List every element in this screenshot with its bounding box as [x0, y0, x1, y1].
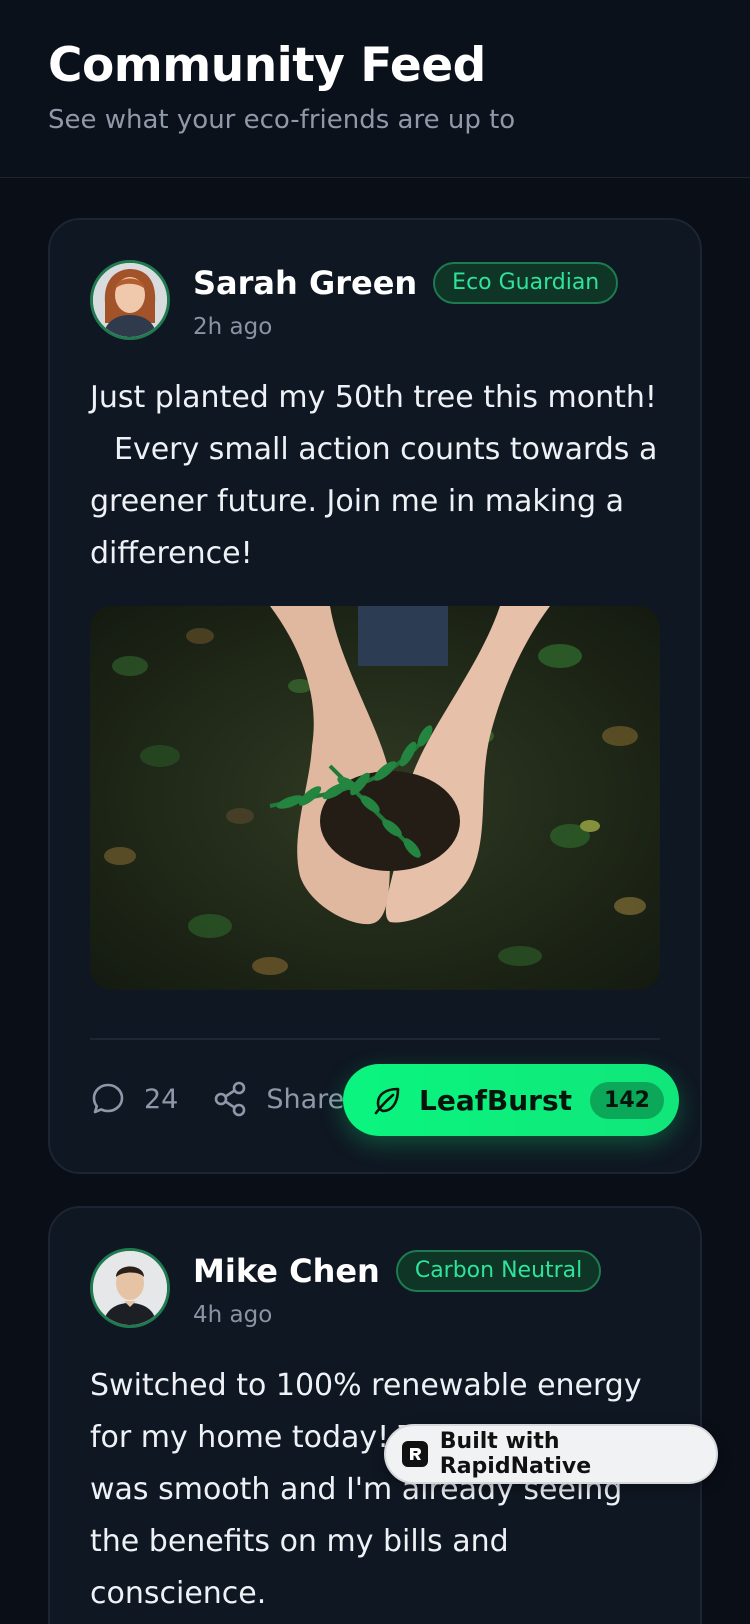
leafburst-count: 142: [590, 1081, 664, 1119]
author-name[interactable]: Mike Chen: [193, 1252, 380, 1290]
post-text-line: conscience.: [90, 1576, 267, 1611]
author-name[interactable]: Sarah Green: [193, 264, 417, 302]
post-actions: 24 Share LeafBurst 142: [90, 1064, 679, 1136]
post-text-line: Every small action counts towards a: [114, 432, 658, 467]
post-text-line: difference!: [90, 536, 253, 571]
leaf-icon: [374, 1087, 400, 1115]
divider: [90, 1038, 660, 1040]
post-image[interactable]: [90, 606, 660, 990]
feed-list: Sarah Green Eco Guardian 2h ago Just pla…: [0, 178, 750, 1624]
comment-count: 24: [144, 1083, 179, 1115]
post-text-line: Just planted my 50th tree this month!: [90, 380, 657, 415]
leafburst-label: LeafBurst: [419, 1083, 573, 1117]
post-text: Just planted my 50th tree this month! Ev…: [90, 372, 660, 580]
post-timestamp: 2h ago: [193, 314, 273, 340]
post-card: Sarah Green Eco Guardian 2h ago Just pla…: [48, 218, 702, 1174]
post-text-line: the benefits on my bills and: [90, 1524, 509, 1559]
leafburst-button[interactable]: LeafBurst 142: [343, 1064, 679, 1136]
comment-bubble-icon: [92, 1083, 124, 1114]
built-with-label: Built with RapidNative: [439, 1429, 592, 1479]
comment-button[interactable]: 24: [90, 1081, 178, 1117]
page-subtitle: See what your eco-friends are up to: [48, 105, 516, 135]
status-badge: Eco Guardian: [433, 262, 619, 304]
share-icon: [215, 1081, 246, 1117]
post-text: Switched to 100% renewable energy for my…: [90, 1360, 660, 1620]
post-timestamp: 4h ago: [193, 1302, 273, 1328]
avatar[interactable]: [90, 1248, 170, 1328]
post-header: Sarah Green Eco Guardian 2h ago: [90, 260, 660, 340]
share-label: Share: [266, 1083, 345, 1115]
post-author-info: Mike Chen Carbon Neutral 4h ago: [193, 1248, 602, 1328]
post-author-info: Sarah Green Eco Guardian 2h ago: [193, 260, 619, 340]
avatar[interactable]: [90, 260, 170, 340]
post-header: Mike Chen Carbon Neutral 4h ago: [90, 1248, 660, 1328]
post-card: Mike Chen Carbon Neutral 4h ago Switched…: [48, 1206, 702, 1624]
built-with-badge[interactable]: Built with RapidNative: [384, 1424, 718, 1484]
post-text-line: Switched to 100% renewable energy: [90, 1368, 642, 1403]
page-title: Community Feed: [48, 38, 486, 93]
share-button[interactable]: Share: [212, 1081, 344, 1117]
rapidnative-logo-icon: [402, 1441, 428, 1467]
page-header: Community Feed See what your eco-friends…: [0, 0, 750, 178]
status-badge: Carbon Neutral: [395, 1250, 602, 1292]
post-text-line: greener future. Join me in making a: [90, 484, 625, 519]
